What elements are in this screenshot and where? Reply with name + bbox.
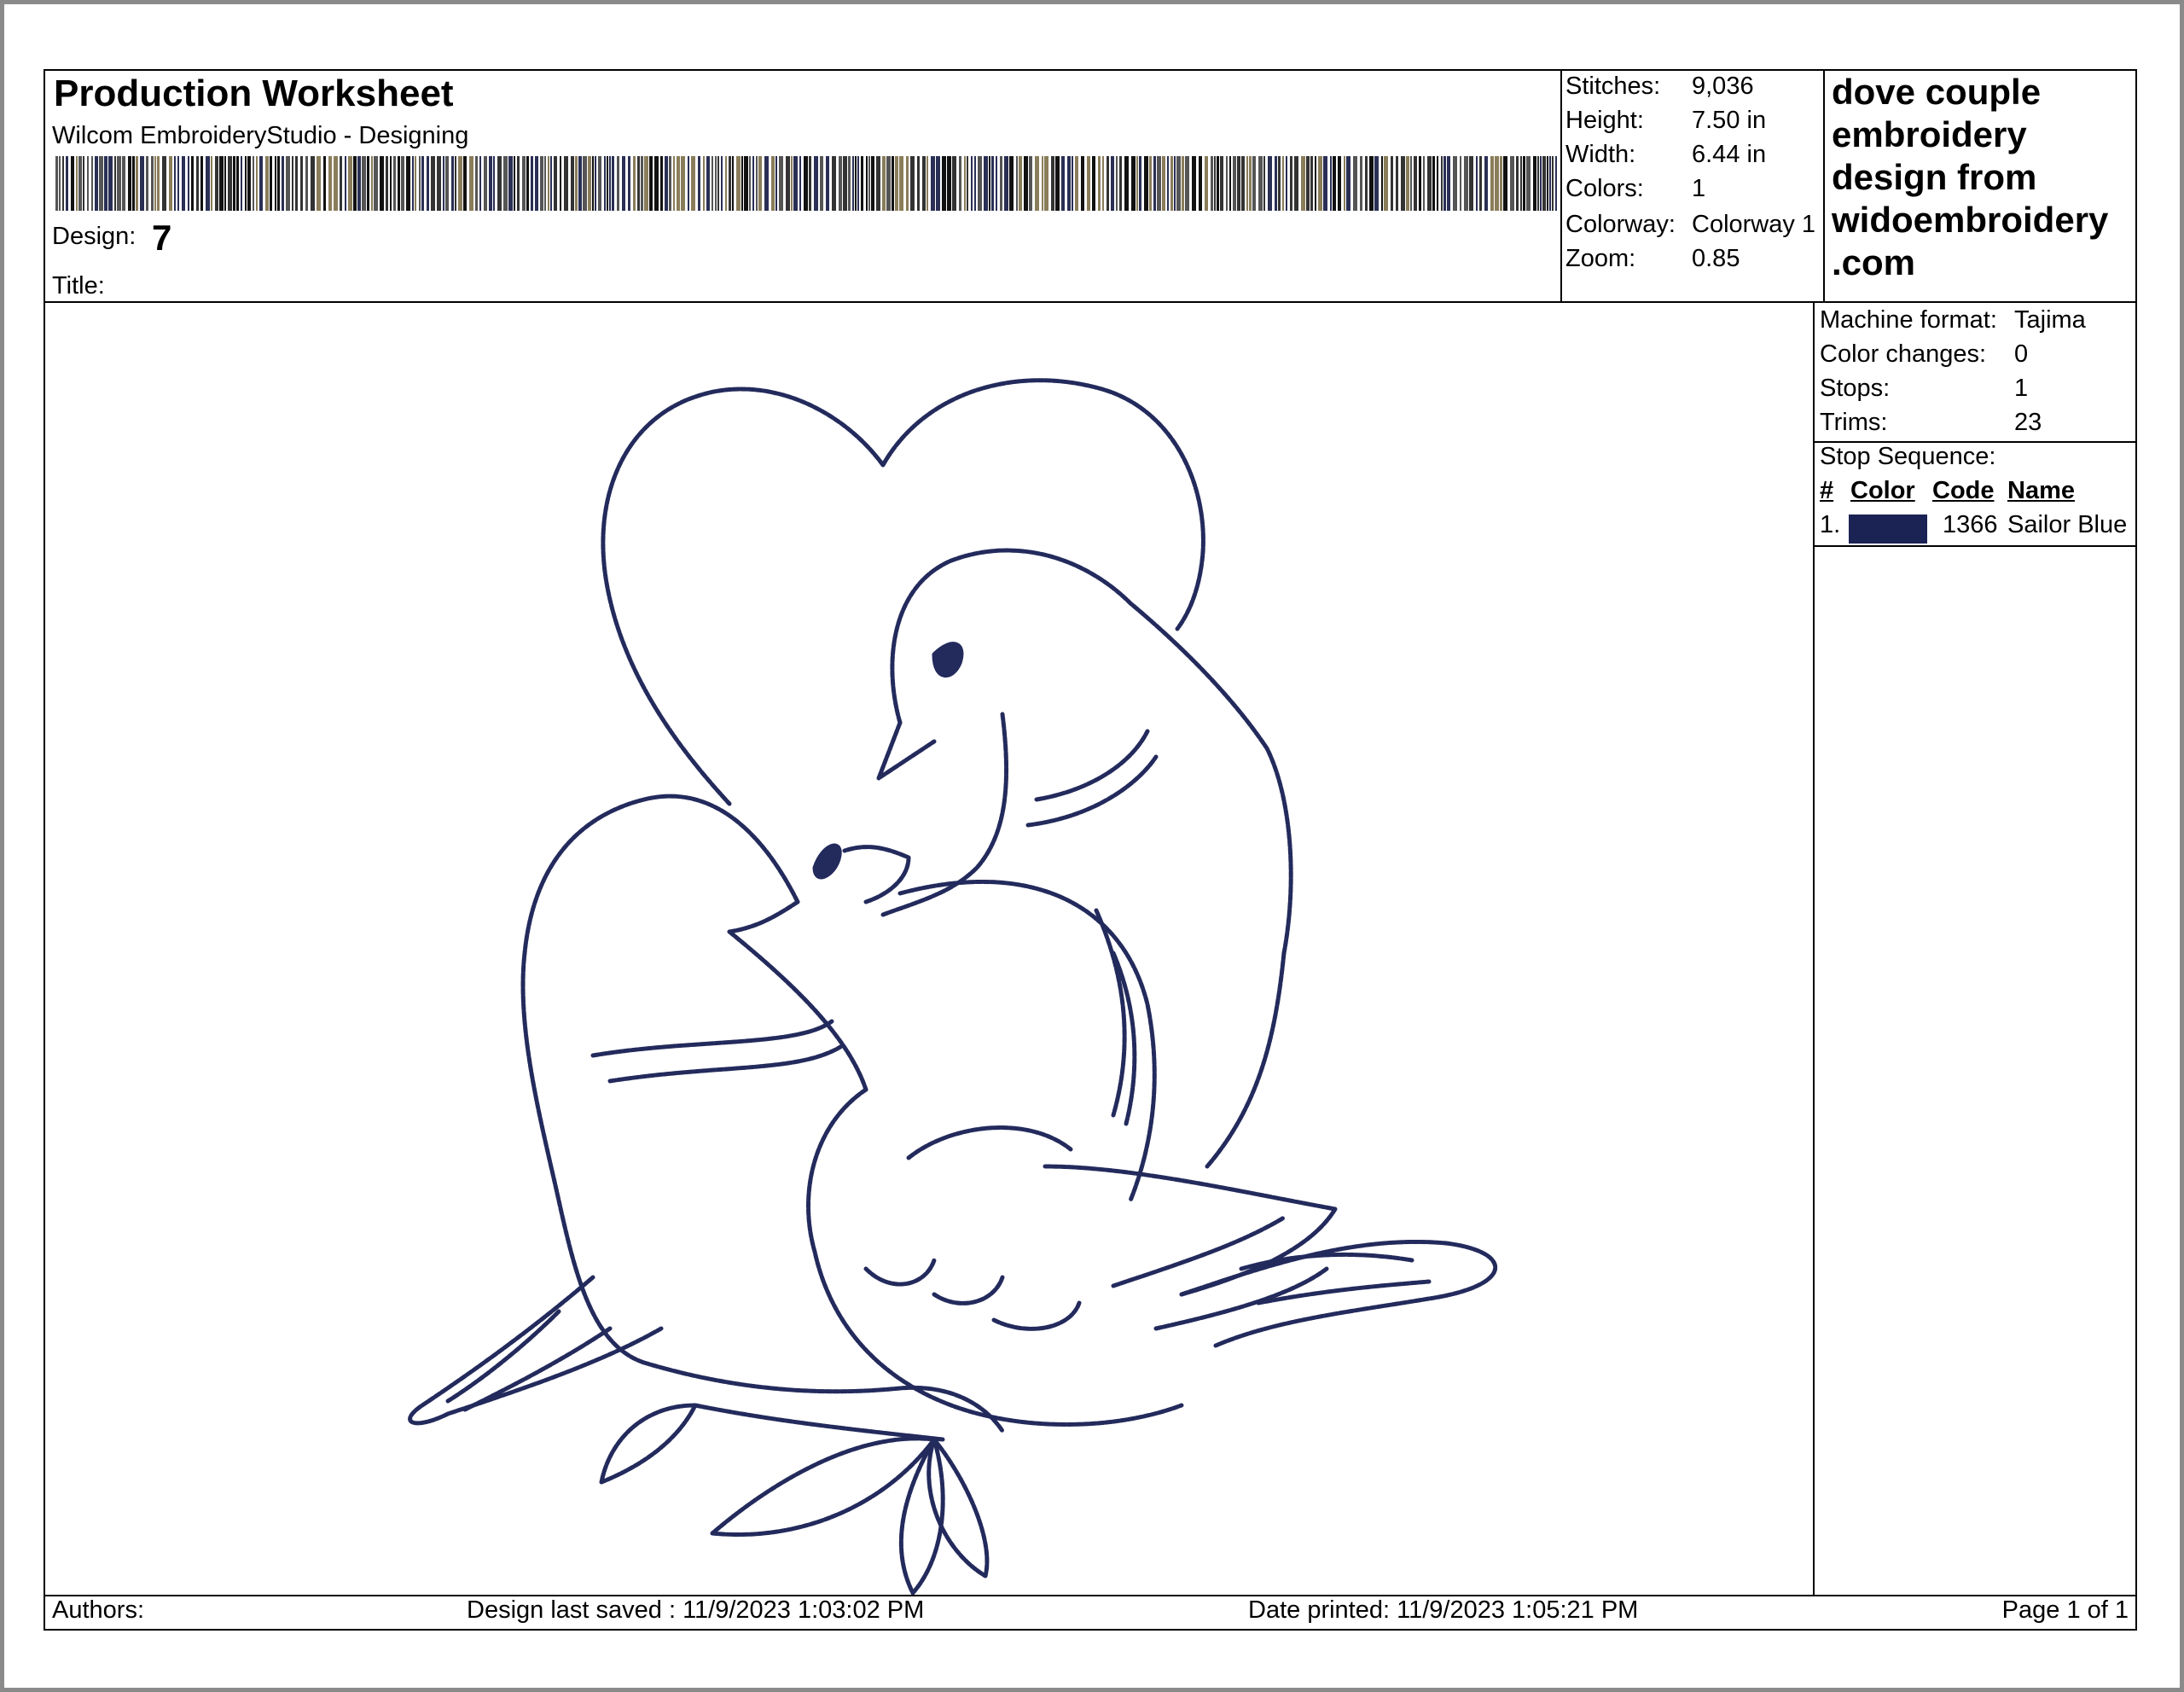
upper-dove-back (1205, 951, 1287, 1169)
upper-dove-beak (876, 720, 937, 781)
trims-label: Trims: (1820, 409, 1888, 436)
col-header-color: Color (1850, 477, 1915, 504)
lower-dove-tail-lines (445, 1309, 613, 1412)
stitches-value: 9,036 (1692, 73, 1754, 100)
machine-format-value: Tajima (2014, 306, 2086, 334)
lower-dove-belly (642, 1360, 1005, 1433)
width-label: Width: (1565, 141, 1636, 168)
upper-dove-breast (897, 880, 1157, 1203)
barcode (55, 156, 1557, 211)
trims-value: 23 (2014, 409, 2042, 436)
upper-dove-feather-2 (1025, 754, 1159, 828)
design-last-saved: Design last saved : 11/9/2023 1:03:02 PM (467, 1596, 925, 1624)
upper-dove-tail (1179, 1239, 1498, 1348)
software-name: Wilcom EmbroideryStudio - Designing (52, 122, 469, 149)
colors-label: Colors: (1565, 175, 1644, 202)
upper-dove-head (890, 548, 1293, 956)
authors-label: Authors: (52, 1596, 144, 1624)
col-header-code: Code (1932, 477, 1995, 504)
height-value: 7.50 in (1692, 107, 1767, 134)
lower-dove-eye (812, 843, 842, 880)
production-worksheet: Production Worksheet Wilcom EmbroiderySt… (44, 69, 2137, 1631)
branch (693, 1403, 945, 1442)
design-description: dove couple embroidery design from widoe… (1832, 72, 2109, 282)
embroidery-design-preview (408, 378, 1498, 1596)
col-header-name: Name (2007, 477, 2075, 504)
page-frame: Production Worksheet Wilcom EmbroiderySt… (0, 0, 2184, 1692)
lower-dove-wing (806, 1087, 1184, 1427)
heart-outline (601, 378, 1205, 806)
leaf-left (599, 1403, 698, 1485)
design-value: 7 (152, 218, 172, 258)
upper-dove-eye (932, 642, 964, 678)
colorway-label: Colorway: (1565, 211, 1676, 238)
zoom-value: 0.85 (1692, 245, 1740, 272)
leaf-center (710, 1436, 937, 1537)
width-value: 6.44 in (1692, 141, 1767, 168)
lower-dove-wing-tips (1043, 1164, 1338, 1331)
color-changes-value: 0 (2014, 340, 2029, 368)
stop-row-code: 1366 (1943, 511, 1998, 538)
lower-dove-feather-2 (607, 1044, 843, 1084)
height-label: Height: (1565, 107, 1644, 134)
color-changes-label: Color changes: (1820, 340, 1987, 368)
upper-dove-feather-1 (1034, 729, 1150, 802)
page-number: Page 1 of 1 (2001, 1596, 2129, 1624)
header-divider (45, 301, 2135, 303)
machine-format-label: Machine format: (1820, 306, 1997, 334)
design-label: Design: (52, 223, 136, 250)
stop-row-num: 1. (1820, 511, 1841, 538)
sidebar-divider (1813, 301, 1815, 1595)
stitches-label: Stitches: (1565, 73, 1661, 100)
zoom-label: Zoom: (1565, 245, 1636, 272)
stop-sequence-label: Stop Sequence: (1820, 443, 1996, 470)
colorway-value: Colorway 1 (1692, 211, 1816, 238)
lower-dove-feather-1 (590, 1019, 834, 1058)
stop-sequence-divider (1813, 545, 2135, 547)
stop-row-name: Sailor Blue (2007, 511, 2128, 538)
stops-value: 1 (2014, 375, 2029, 402)
lower-dove-head (520, 794, 800, 1365)
lower-dove-chin (727, 899, 800, 934)
col-header-num: # (1820, 477, 1834, 504)
title-label: Title: (52, 272, 105, 299)
lower-dove-wing-scallops (863, 1125, 1082, 1331)
date-printed: Date printed: 11/9/2023 1:05:21 PM (1248, 1596, 1639, 1624)
page-title: Production Worksheet (54, 73, 454, 114)
stops-label: Stops: (1820, 375, 1891, 402)
stats-divider-right (1823, 71, 1825, 301)
color-swatch (1849, 515, 1927, 544)
stats-divider-left (1560, 71, 1562, 301)
colors-value: 1 (1692, 175, 1706, 202)
